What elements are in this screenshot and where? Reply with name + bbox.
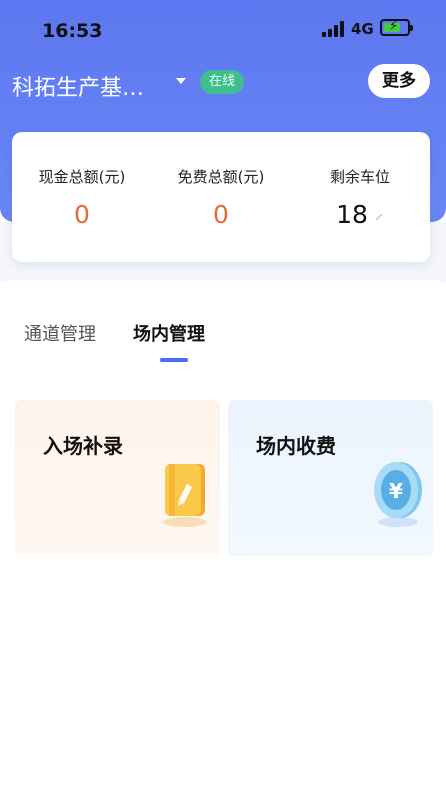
stat-value: 0 [213, 200, 229, 229]
stat-label: 现金总额(元) [38, 168, 126, 186]
status-bar: 16:53 4G ⚡ [0, 0, 446, 60]
svg-text:¥: ¥ [389, 479, 403, 503]
card-title: 场内收费 [256, 434, 336, 458]
signal-icon [322, 21, 344, 37]
entry-record-card[interactable]: 入场补录 [15, 400, 220, 556]
pencil-icon[interactable] [374, 211, 384, 221]
card-title: 入场补录 [43, 434, 123, 458]
stat-value: 0 [74, 200, 90, 229]
yen-coin-icon: ¥ [374, 462, 422, 527]
site-name[interactable]: 科拓生产基… [12, 70, 144, 102]
notebook-edit-icon [163, 464, 207, 527]
stat-value: 18 [336, 200, 368, 229]
stat-remaining-spaces: 剩余车位 18 [290, 132, 430, 262]
stat-cash-total: 现金总额(元) 0 [12, 132, 152, 262]
stat-value-row: 18 [290, 200, 430, 229]
stats-card: 现金总额(元) 0 免费总额(元) 0 剩余车位 18 [12, 132, 430, 262]
tab-active-indicator [160, 358, 188, 362]
stat-label: 免费总额(元) [177, 168, 265, 186]
tab-channel-management[interactable]: 通道管理 [24, 320, 96, 346]
more-button[interactable]: 更多 [368, 64, 430, 98]
chevron-down-icon[interactable] [176, 78, 186, 84]
battery-icon: ⚡ [380, 19, 413, 36]
stat-free-total: 免费总额(元) 0 [151, 132, 291, 262]
tab-inside-management[interactable]: 场内管理 [133, 320, 205, 346]
inside-charge-card[interactable]: 场内收费 ¥ [228, 400, 433, 556]
status-time: 16:53 [42, 20, 103, 42]
online-status-badge: 在线 [200, 70, 245, 94]
stat-label: 剩余车位 [329, 168, 390, 186]
network-type: 4G [351, 20, 374, 38]
